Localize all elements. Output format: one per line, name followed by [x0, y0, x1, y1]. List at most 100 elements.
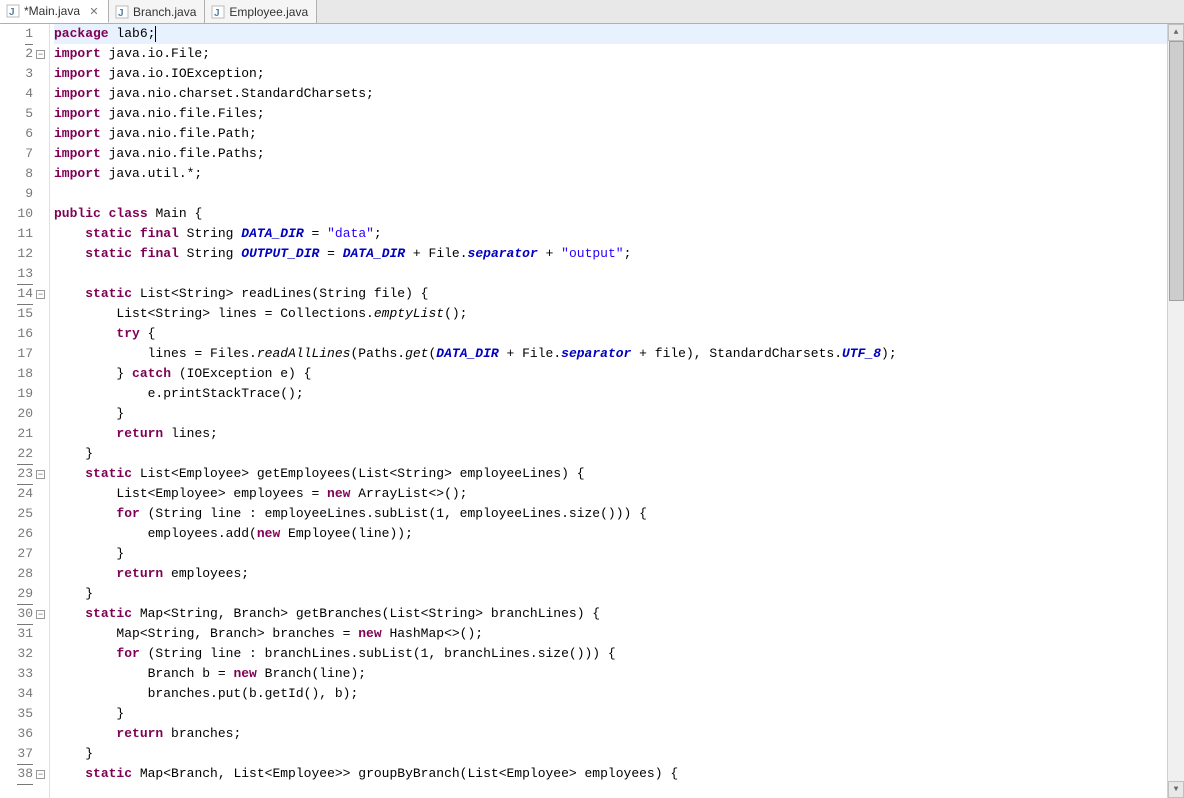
java-file-icon: J [6, 4, 20, 18]
code-token: import [54, 106, 101, 121]
code-token: Map<String, Branch> branches = [54, 626, 358, 641]
fold-toggle-icon[interactable]: − [36, 610, 45, 619]
scroll-down-button[interactable]: ▼ [1168, 781, 1184, 798]
code-line[interactable]: import java.nio.charset.StandardCharsets… [54, 84, 1167, 104]
code-token: final [140, 226, 179, 241]
code-line[interactable]: e.printStackTrace(); [54, 384, 1167, 404]
code-token: branches; [163, 726, 241, 741]
gutter-line: 8 [0, 164, 47, 184]
fold-toggle-icon[interactable]: − [36, 50, 45, 59]
code-token: UTF_8 [842, 346, 881, 361]
close-icon[interactable]: ✕ [88, 5, 100, 18]
code-token: import [54, 126, 101, 141]
code-token: lines; [163, 426, 218, 441]
code-line[interactable]: public class Main { [54, 204, 1167, 224]
gutter-line: 7 [0, 144, 47, 164]
code-line[interactable]: employees.add(new Employee(line)); [54, 524, 1167, 544]
line-number: 24 [17, 484, 33, 504]
code-token: final [140, 246, 179, 261]
code-line[interactable]: } [54, 544, 1167, 564]
code-line[interactable]: for (String line : branchLines.subList(1… [54, 644, 1167, 664]
fold-toggle-icon[interactable]: − [36, 290, 45, 299]
code-line[interactable]: static List<Employee> getEmployees(List<… [54, 464, 1167, 484]
code-line[interactable]: import java.nio.file.Files; [54, 104, 1167, 124]
code-line[interactable]: return branches; [54, 724, 1167, 744]
line-number: 27 [17, 544, 33, 564]
code-token: lines = Files. [54, 346, 257, 361]
code-line[interactable] [54, 264, 1167, 284]
code-line[interactable]: static List<String> readLines(String fil… [54, 284, 1167, 304]
code-line[interactable]: return lines; [54, 424, 1167, 444]
code-line[interactable]: static final String OUTPUT_DIR = DATA_DI… [54, 244, 1167, 264]
line-number: 4 [25, 84, 33, 104]
code-line[interactable]: } [54, 744, 1167, 764]
gutter-line: 14− [0, 284, 47, 304]
code-line[interactable]: Map<String, Branch> branches = new HashM… [54, 624, 1167, 644]
code-token: Map<String, Branch> getBranches(List<Str… [132, 606, 600, 621]
code-token: (String line : employeeLines.subList(1, … [140, 506, 647, 521]
code-token: java.nio.file.Files; [101, 106, 265, 121]
code-token: employees; [163, 566, 249, 581]
code-line[interactable]: lines = Files.readAllLines(Paths.get(DAT… [54, 344, 1167, 364]
line-number: 38 [17, 764, 33, 785]
code-line[interactable]: return employees; [54, 564, 1167, 584]
fold-toggle-icon[interactable]: − [36, 770, 45, 779]
code-token: } [54, 446, 93, 461]
code-line[interactable]: import java.nio.file.Paths; [54, 144, 1167, 164]
code-line[interactable]: import java.io.File; [54, 44, 1167, 64]
code-line[interactable]: import java.nio.file.Path; [54, 124, 1167, 144]
code-token: import [54, 46, 101, 61]
code-line[interactable]: } [54, 584, 1167, 604]
code-token: (Paths. [350, 346, 405, 361]
gutter-line: 12 [0, 244, 47, 264]
code-area[interactable]: package lab6;import java.io.File;import … [50, 24, 1167, 798]
line-number: 28 [17, 564, 33, 584]
code-line[interactable] [54, 184, 1167, 204]
code-line[interactable]: static Map<Branch, List<Employee>> group… [54, 764, 1167, 784]
code-line[interactable]: import java.io.IOException; [54, 64, 1167, 84]
code-token: new [257, 526, 280, 541]
gutter-line: 30− [0, 604, 47, 624]
tab--main-java[interactable]: J*Main.java✕ [0, 0, 109, 23]
line-number: 29 [17, 584, 33, 605]
gutter-line: 36 [0, 724, 47, 744]
code-token: List<String> readLines(String file) { [132, 286, 428, 301]
code-line[interactable]: } catch (IOException e) { [54, 364, 1167, 384]
fold-toggle-icon[interactable]: − [36, 470, 45, 479]
code-line[interactable]: } [54, 444, 1167, 464]
line-number: 1 [25, 24, 33, 45]
code-token: Main { [148, 206, 203, 221]
line-number: 10 [17, 204, 33, 224]
code-line[interactable]: try { [54, 324, 1167, 344]
scroll-up-button[interactable]: ▲ [1168, 24, 1184, 41]
code-token: import [54, 66, 101, 81]
tab-branch-java[interactable]: JBranch.java [109, 0, 205, 23]
code-token: java.util.*; [101, 166, 202, 181]
code-token: } [54, 746, 93, 761]
code-line[interactable]: import java.util.*; [54, 164, 1167, 184]
code-line[interactable]: static final String DATA_DIR = "data"; [54, 224, 1167, 244]
vertical-scrollbar[interactable]: ▲ ▼ [1167, 24, 1184, 798]
svg-text:J: J [118, 8, 124, 19]
code-line[interactable]: List<String> lines = Collections.emptyLi… [54, 304, 1167, 324]
code-line[interactable]: static Map<String, Branch> getBranches(L… [54, 604, 1167, 624]
code-token: new [358, 626, 381, 641]
code-line[interactable]: } [54, 404, 1167, 424]
gutter-line: 6 [0, 124, 47, 144]
code-line[interactable]: } [54, 704, 1167, 724]
code-line[interactable]: branches.put(b.getId(), b); [54, 684, 1167, 704]
line-number: 8 [25, 164, 33, 184]
code-line[interactable]: for (String line : employeeLines.subList… [54, 504, 1167, 524]
line-number: 15 [17, 304, 33, 324]
code-token: } [54, 706, 124, 721]
scroll-thumb[interactable] [1169, 41, 1184, 301]
gutter-line: 35 [0, 704, 47, 724]
code-token: static [85, 766, 132, 781]
code-token: ); [881, 346, 897, 361]
code-line[interactable]: package lab6; [54, 24, 1167, 44]
code-line[interactable]: Branch b = new Branch(line); [54, 664, 1167, 684]
tab-employee-java[interactable]: JEmployee.java [205, 0, 317, 23]
code-token: List<Employee> employees = [54, 486, 327, 501]
code-line[interactable]: List<Employee> employees = new ArrayList… [54, 484, 1167, 504]
code-token: branches.put(b.getId(), b); [54, 686, 358, 701]
